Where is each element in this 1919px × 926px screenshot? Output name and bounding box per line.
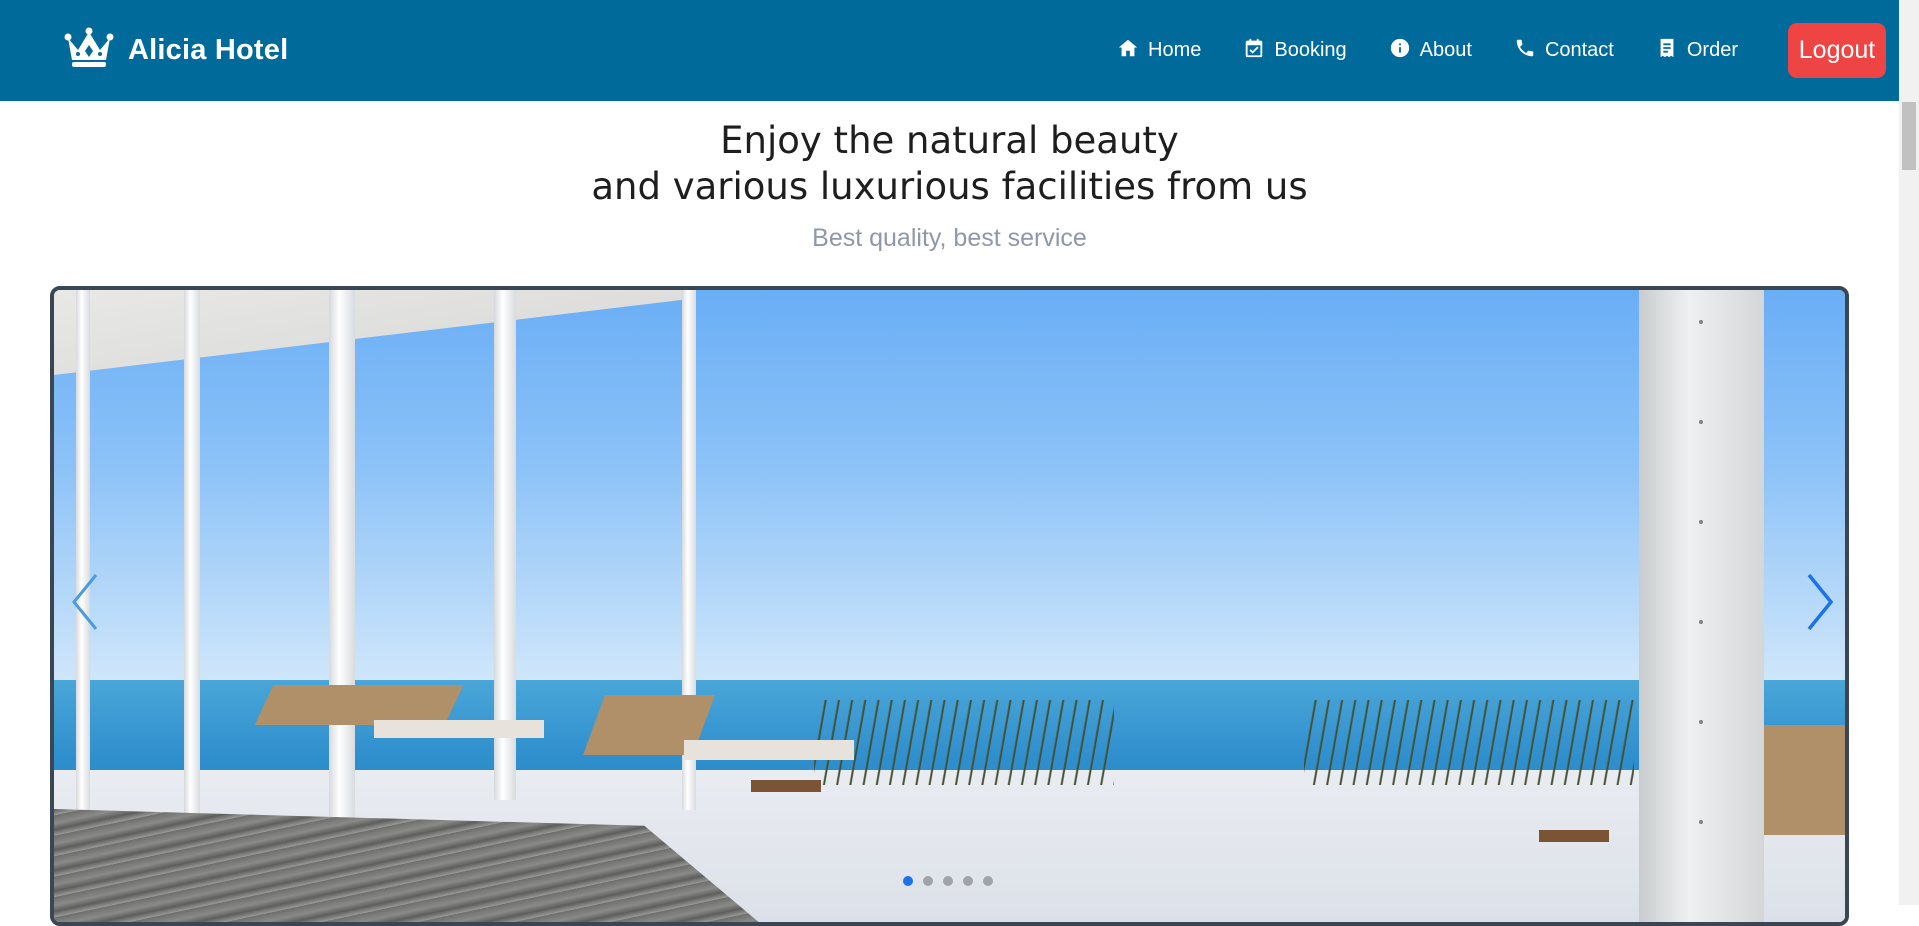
nav-booking-label: Booking [1274,39,1347,61]
calendar-check-icon [1243,37,1265,65]
hero-title: Enjoy the natural beauty and various lux… [0,118,1899,210]
crown-icon [64,26,114,75]
logout-button[interactable]: Logout [1788,23,1886,78]
nav-contact[interactable]: Contact [1514,37,1614,65]
carousel-indicators [903,876,993,886]
brand[interactable]: Alicia Hotel [64,26,288,75]
home-icon [1117,37,1139,65]
nav-contact-label: Contact [1544,39,1614,61]
hero-subtitle: Best quality, best service [812,224,1087,252]
receipt-icon [1656,37,1678,65]
nav-about-label: About [1419,39,1472,61]
nav-order-label: Order [1686,39,1738,61]
chevron-left-icon [66,574,106,641]
carousel-prev-button[interactable] [66,567,106,637]
nav-home[interactable]: Home [1117,37,1201,65]
carousel-indicator[interactable] [923,876,933,886]
scrollbar-thumb[interactable] [1902,102,1916,170]
nav-booking[interactable]: Booking [1243,37,1347,65]
hero-title-line2: and various luxurious facilities from us [591,165,1308,208]
image-carousel [50,286,1849,926]
top-navbar: Alicia Hotel Home Booking About Contact [0,0,1899,101]
brand-name: Alicia Hotel [128,34,289,66]
main-nav: Home Booking About Contact Order Logout [1117,0,1899,101]
carousel-indicator[interactable] [963,876,973,886]
nav-home-label: Home [1148,39,1202,61]
info-circle-icon [1389,37,1411,65]
carousel-indicator[interactable] [943,876,953,886]
hero-title-line1: Enjoy the natural beauty [720,119,1179,162]
nav-order[interactable]: Order [1656,37,1738,65]
chevron-right-icon [1799,573,1839,641]
nav-about[interactable]: About [1389,37,1472,65]
carousel-indicator[interactable] [983,876,993,886]
carousel-next-button[interactable] [1799,567,1839,637]
page-scrollbar[interactable] [1899,0,1919,905]
carousel-slide-image [54,290,1845,922]
carousel-indicator[interactable] [903,876,913,886]
phone-icon [1514,37,1536,65]
